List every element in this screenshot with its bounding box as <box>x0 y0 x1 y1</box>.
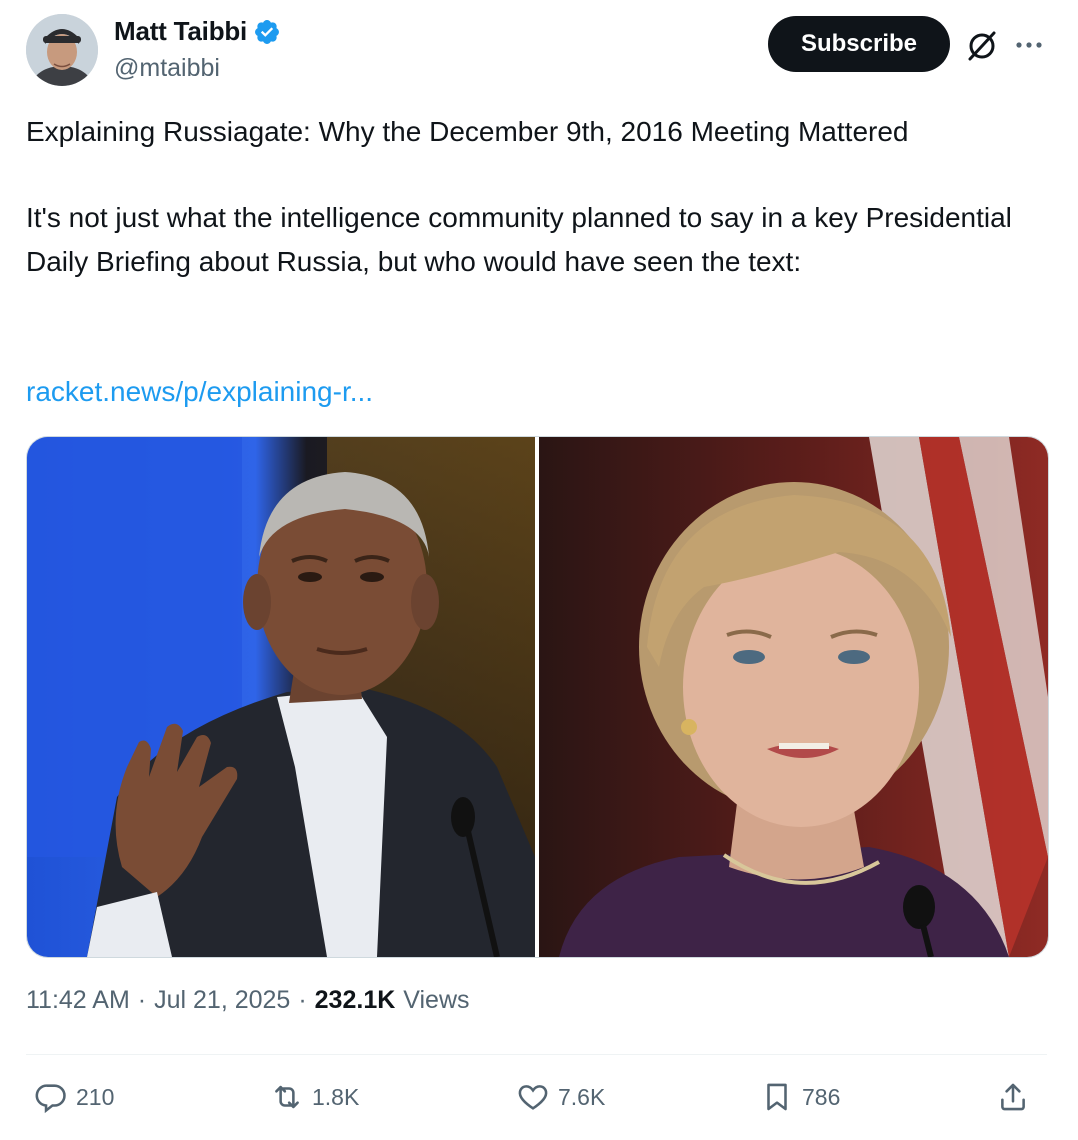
like-count: 7.6K <box>558 1083 606 1110</box>
views-label: Views <box>403 986 470 1014</box>
tweet-body: It's not just what the intelligence comm… <box>26 202 1012 277</box>
share-button[interactable] <box>996 1080 1030 1114</box>
reply-count: 210 <box>76 1083 115 1110</box>
author-display-name[interactable]: Matt Taibbi <box>114 16 247 47</box>
views-count[interactable]: 232.1K <box>315 986 396 1015</box>
reply-button[interactable]: 210 <box>34 1080 114 1114</box>
tweet-time[interactable]: 11:42 AM <box>26 986 130 1015</box>
grok-icon[interactable] <box>962 26 1002 66</box>
like-button[interactable]: 7.6K <box>516 1080 605 1114</box>
action-bar: 210 1.8K 7.6K 786 <box>26 1070 1047 1130</box>
tweet-card: Matt Taibbi @mtaibbi Subscribe Explainin… <box>0 0 1078 1140</box>
bookmark-button[interactable]: 786 <box>760 1080 840 1114</box>
author-name-row: Matt Taibbi <box>114 16 281 47</box>
share-icon <box>1001 1083 1025 1111</box>
divider <box>26 1054 1047 1055</box>
bookmark-count: 786 <box>802 1083 841 1110</box>
repost-count: 1.8K <box>312 1083 360 1110</box>
media-grid <box>26 436 1049 958</box>
heart-icon <box>518 1085 548 1110</box>
meta-separator: · <box>137 986 147 1014</box>
photo-right-image <box>539 437 1048 957</box>
repost-button[interactable]: 1.8K <box>270 1080 359 1114</box>
avatar[interactable] <box>26 14 98 86</box>
meta-separator: · <box>298 986 307 1014</box>
more-options-icon[interactable] <box>1012 28 1046 62</box>
bookmark-icon <box>767 1083 787 1111</box>
tweet-meta: 11:42 AM · Jul 21, 2025 · 232.1K Views <box>26 986 470 1015</box>
subscribe-button[interactable]: Subscribe <box>768 16 950 72</box>
article-link[interactable]: racket.news/p/explaining-r... <box>26 370 373 414</box>
tweet-title-line: Explaining Russiagate: Why the December … <box>26 116 909 147</box>
verified-badge-icon[interactable] <box>253 18 281 46</box>
avatar-image <box>26 14 98 86</box>
photo-left-image <box>27 437 535 957</box>
tweet-text: Explaining Russiagate: Why the December … <box>26 110 1046 284</box>
photo-left[interactable] <box>27 437 535 957</box>
reply-icon <box>35 1084 66 1114</box>
tweet-date[interactable]: Jul 21, 2025 <box>154 986 290 1015</box>
photo-right[interactable] <box>539 437 1048 957</box>
author-handle[interactable]: @mtaibbi <box>114 54 220 83</box>
repost-icon <box>275 1085 299 1109</box>
